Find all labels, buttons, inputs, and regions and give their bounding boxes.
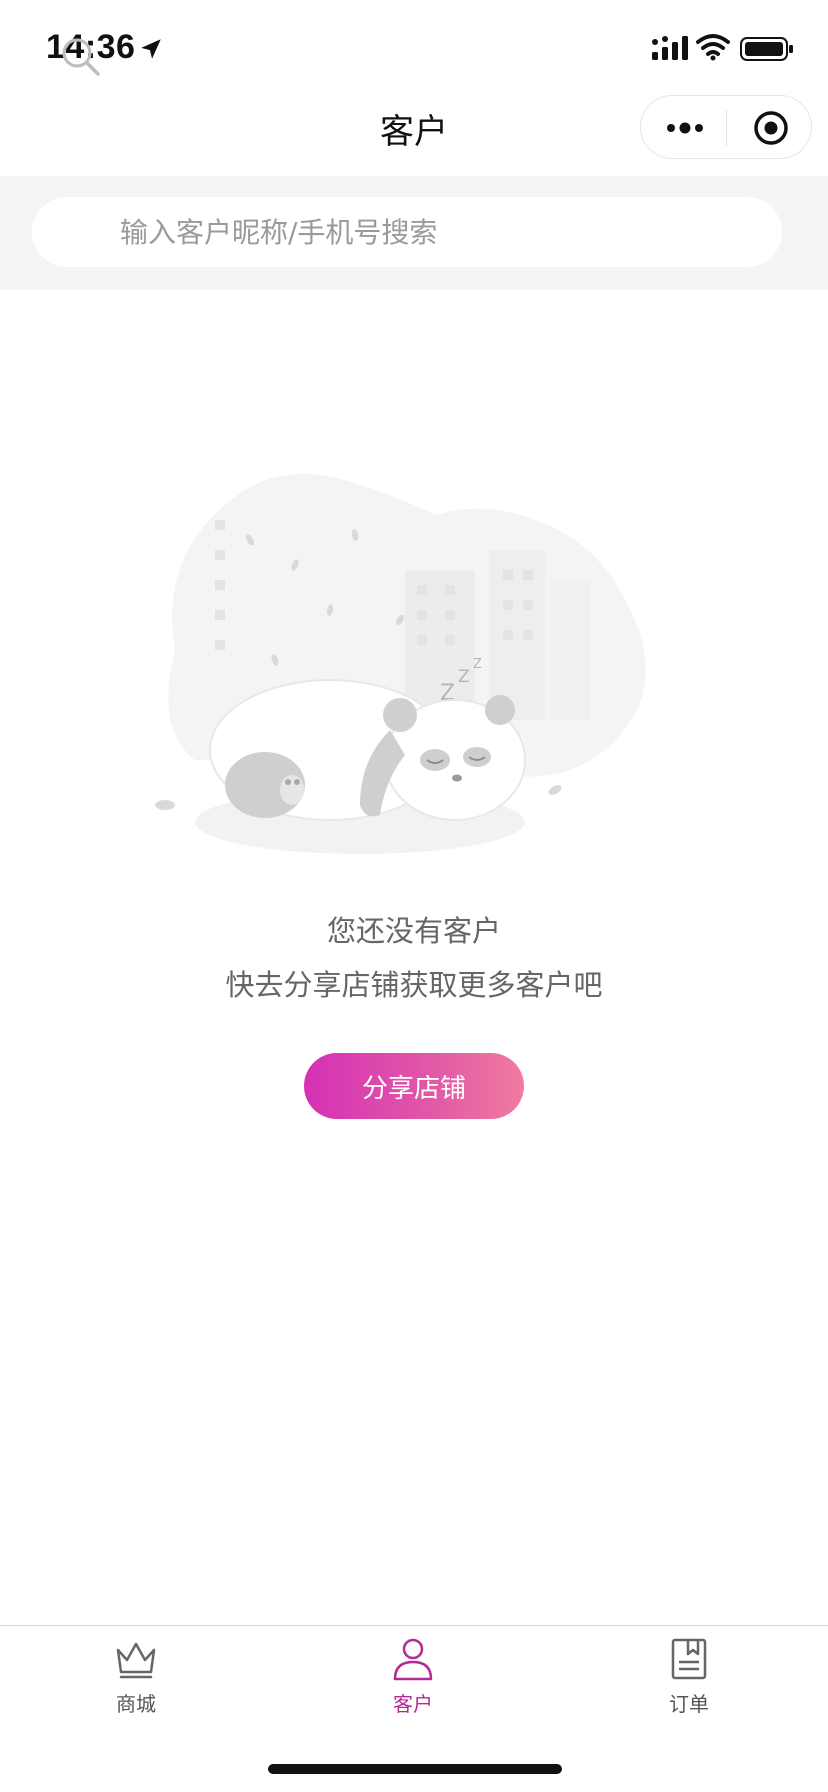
tab-customer[interactable]: 客户 — [313, 1626, 513, 1736]
crown-icon — [116, 1642, 156, 1679]
more-icon[interactable] — [663, 114, 707, 142]
svg-text:Z: Z — [473, 657, 482, 672]
tab-mall[interactable]: 商城 — [36, 1626, 236, 1736]
miniprogram-capsule — [640, 95, 812, 159]
empty-state-title: 您还没有客户 — [326, 914, 501, 948]
share-store-button[interactable]: 分享店铺 — [304, 1053, 524, 1119]
status-time: 14:36 — [46, 28, 136, 66]
wifi-icon — [696, 34, 730, 61]
close-miniprogram-icon[interactable] — [753, 110, 789, 146]
sleeping-panda-illustration: Z Z Z — [155, 473, 646, 854]
tab-order[interactable]: 订单 — [589, 1626, 789, 1736]
home-indicator — [268, 1764, 562, 1774]
location-arrow-icon — [141, 39, 161, 59]
empty-state-subtitle: 快去分享店铺获取更多客户吧 — [225, 968, 603, 1002]
person-icon — [393, 1638, 433, 1681]
capsule-divider — [726, 110, 727, 146]
tab-customer-label: 客户 — [393, 1692, 433, 1716]
svg-text:Z: Z — [458, 667, 470, 687]
cellular-signal-icon — [652, 36, 688, 60]
tab-mall-label: 商城 — [116, 1692, 156, 1716]
search-input[interactable] — [32, 197, 782, 267]
document-icon — [671, 1638, 707, 1680]
tab-order-label: 订单 — [669, 1692, 709, 1716]
battery-icon — [740, 37, 793, 61]
status-bar: 14:36 — [0, 0, 828, 100]
search-bar — [0, 176, 828, 290]
customer-page: 14:36 客户 输入客户昵称/手机号搜索 Z Z Z 您还没有客户 快去分享店… — [0, 0, 828, 1792]
